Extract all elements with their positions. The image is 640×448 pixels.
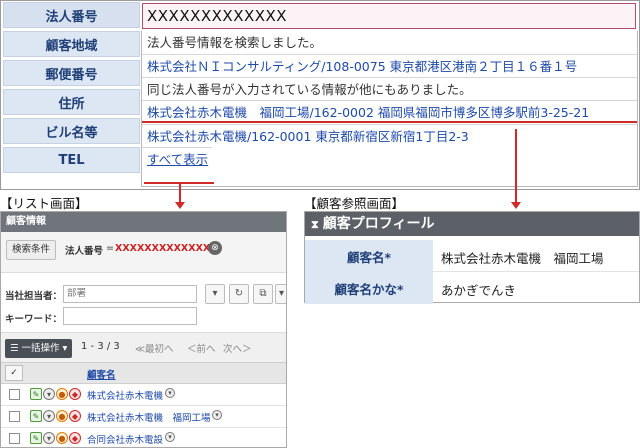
refresh-icon[interactable]: ↻ [229, 284, 249, 304]
row-menu-icon[interactable]: ▾ [165, 388, 175, 398]
keyword-label: キーワード： [5, 314, 63, 325]
list-title: 顧客情報 [1, 212, 286, 232]
corporate-number-form: 法人番号 顧客地域 郵便番号 住所 ビル名等 TEL 法人番号情報を検索しました… [0, 0, 640, 190]
column-customer-name[interactable]: 顧客名 [87, 367, 116, 381]
suggestion-message-searched: 法人番号情報を検索しました。 [147, 35, 323, 50]
show-all-link[interactable]: すべて表示 [142, 147, 213, 170]
label-address: 住所 [3, 89, 140, 115]
value-customer-name: 株式会社赤木電機 福岡工場 [441, 251, 604, 266]
dropdown-icon[interactable]: ▾ [205, 284, 225, 304]
customer-profile-screen: ⧗ 顧客プロフィール 顧客名* 株式会社赤木電機 福岡工場 顧客名かな* あかぎで… [304, 211, 640, 304]
connector-line-list [179, 183, 181, 203]
label-building: ビル名等 [3, 118, 140, 144]
filter-label: 法人番号 [65, 246, 104, 257]
suggestion-item[interactable]: 株式会社赤木電機/162-0001 東京都新宿区新宿1丁目2-3 [142, 124, 637, 147]
filter-operator: = [106, 243, 114, 254]
edit-icon[interactable]: ✎ [30, 410, 42, 422]
row-checkbox[interactable] [9, 389, 20, 400]
profile-row-name: 顧客名* 株式会社赤木電機 福岡工場 [305, 240, 639, 272]
row-checkbox[interactable] [9, 433, 20, 444]
suggestion-dropdown: 法人番号情報を検索しました。 株式会社ＮＩコンサルティング/108-0075 東… [141, 31, 638, 187]
suggestion-message-duplicates: 同じ法人番号が入力されている情報が他にもありました。 [142, 77, 637, 100]
filter-value: XXXXXXXXXXXXX [115, 243, 211, 254]
corp-number-input[interactable] [142, 3, 636, 29]
label-region: 顧客地域 [3, 31, 140, 57]
nav-prev-link[interactable]: ＜前へ [187, 341, 216, 355]
filter-bar: 検索条件 法人番号 = XXXXXXXXXXXXX ⊗ [1, 232, 286, 272]
edit-icon[interactable]: ✎ [30, 432, 42, 444]
label-corp-number: 法人番号 [3, 2, 140, 28]
owner-department-input[interactable]: 部署 [63, 285, 197, 303]
row-customer-name[interactable]: 株式会社赤木電機 [87, 388, 163, 402]
label-customer-kana: 顧客名かな* [305, 272, 433, 304]
search-area: 当社担当者： 部署 ▾ ↻ ⧉ ▾ キーワード： [1, 272, 286, 332]
profile-title: 顧客プロフィール [322, 216, 435, 232]
more-icon[interactable]: ▾ [275, 284, 286, 304]
row-menu-icon[interactable]: ▾ [165, 432, 175, 442]
pager-bar: ☰ 一括操作 ▾ 1 - 3 / 3 ≪最初へ ＜前へ 次へ＞ [1, 332, 286, 362]
row-menu-icon[interactable]: ▾ [212, 410, 222, 420]
owner-label: 当社担当者： [5, 291, 63, 302]
delete-icon[interactable]: ◆ [69, 410, 81, 422]
caption-profile-screen: 【顧客参照画面】 [304, 196, 405, 211]
table-row: ✎ ▾ ● ◆ 株式会社赤木電機 福岡工場 ▾ [1, 406, 286, 428]
clear-filter-icon[interactable]: ⊗ [208, 241, 222, 255]
view-icon[interactable]: ▾ [43, 432, 55, 444]
keyword-input[interactable] [63, 307, 197, 325]
delete-icon[interactable]: ◆ [69, 432, 81, 444]
edit-icon[interactable]: ✎ [30, 388, 42, 400]
delete-icon[interactable]: ◆ [69, 388, 81, 400]
mail-icon[interactable]: ● [56, 432, 68, 444]
view-icon[interactable]: ▾ [43, 388, 55, 400]
value-customer-kana: あかぎでんき [441, 283, 517, 298]
arrow-down-icon [175, 202, 185, 209]
label-customer-name: 顧客名* [305, 240, 433, 272]
page-count: 1 - 3 / 3 [81, 341, 120, 352]
mail-icon[interactable]: ● [56, 388, 68, 400]
label-tel: TEL [3, 147, 140, 173]
table-header: ✓ 顧客名 [1, 362, 286, 384]
bulk-action-button[interactable]: ☰ 一括操作 ▾ [5, 339, 73, 358]
row-customer-name[interactable]: 株式会社赤木電機 福岡工場 [87, 410, 211, 424]
nav-first-link[interactable]: ≪最初へ [135, 341, 173, 355]
row-customer-name[interactable]: 合同会社赤木電設 [87, 432, 163, 446]
profile-header: ⧗ 顧客プロフィール [305, 212, 639, 236]
mail-icon[interactable]: ● [56, 410, 68, 422]
arrow-down-icon [511, 202, 521, 209]
label-postal-code: 郵便番号 [3, 60, 140, 86]
caption-list-screen: 【リスト画面】 [0, 196, 88, 211]
suggestion-item-highlighted[interactable]: 株式会社赤木電機 福岡工場/162-0002 福岡県福岡市博多区博多駅前3-25… [142, 100, 637, 123]
select-all-checkbox[interactable]: ✓ [5, 365, 23, 381]
list-screen: 顧客情報 検索条件 法人番号 = XXXXXXXXXXXXX ⊗ 当社担当者： … [0, 211, 287, 448]
row-checkbox[interactable] [9, 411, 20, 422]
table-row: ✎ ▾ ● ◆ 株式会社赤木電機 ▾ [1, 384, 286, 406]
nav-next-link[interactable]: 次へ＞ [223, 341, 252, 355]
table-row: ✎ ▾ ● ◆ 合同会社赤木電設 ▾ [1, 428, 286, 447]
filter-conditions-button[interactable]: 検索条件 [6, 240, 57, 260]
suggestion-item[interactable]: 株式会社ＮＩコンサルティング/108-0075 東京都港区港南２丁目１６番１号 [142, 54, 637, 77]
collapse-icon[interactable]: ⧗ [311, 218, 319, 231]
copy-icon[interactable]: ⧉ [253, 284, 273, 304]
profile-row-kana: 顧客名かな* あかぎでんき [305, 272, 639, 304]
view-icon[interactable]: ▾ [43, 410, 55, 422]
connector-line-profile [515, 129, 517, 203]
